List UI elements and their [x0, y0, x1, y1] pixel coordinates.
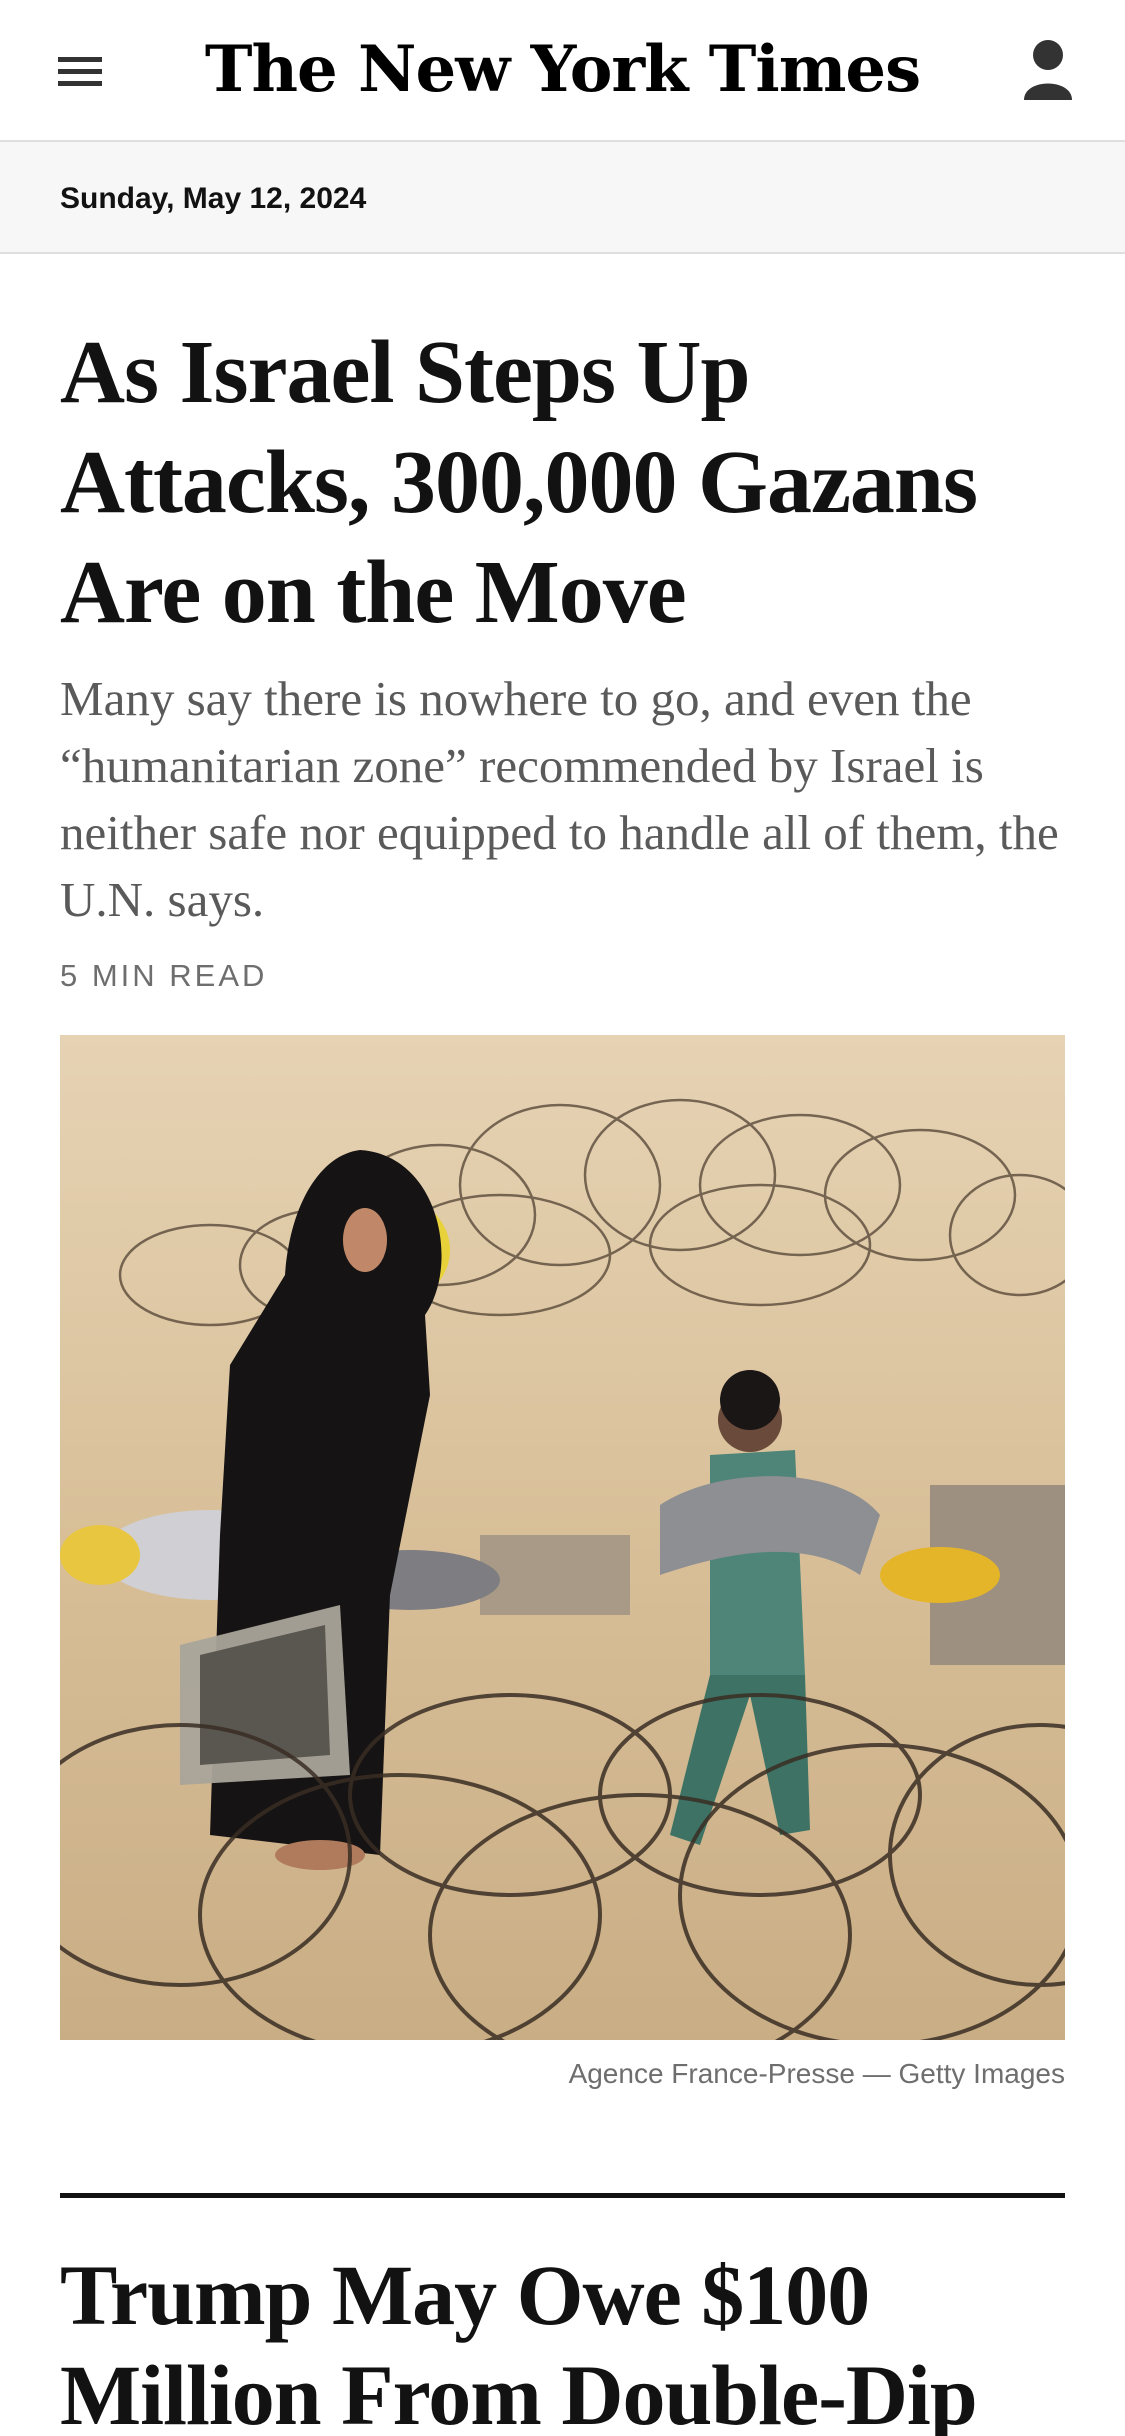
masthead: The New York Times	[0, 0, 1125, 142]
read-time-label: 5 MIN READ	[60, 958, 268, 993]
section-divider	[60, 2193, 1065, 2198]
lead-story-photo[interactable]	[60, 1035, 1065, 2040]
account-person-icon[interactable]	[1022, 38, 1074, 104]
current-date: Sunday, May 12, 2024	[60, 182, 367, 215]
nyt-logo[interactable]: The New York Times	[0, 28, 1125, 112]
photo-illustration	[60, 1035, 1065, 2040]
lead-story-summary[interactable]: Many say there is nowhere to go, and eve…	[60, 665, 1070, 933]
photo-credit: Agence France-Presse — Getty Images	[568, 2058, 1065, 2089]
lead-story-headline[interactable]: As Israel Steps Up Attacks, 300,000 Gaza…	[60, 318, 1070, 648]
date-bar: Sunday, May 12, 2024	[0, 142, 1125, 254]
second-story-headline[interactable]: Trump May Owe $100 Million From Double-D…	[60, 2245, 1070, 2436]
